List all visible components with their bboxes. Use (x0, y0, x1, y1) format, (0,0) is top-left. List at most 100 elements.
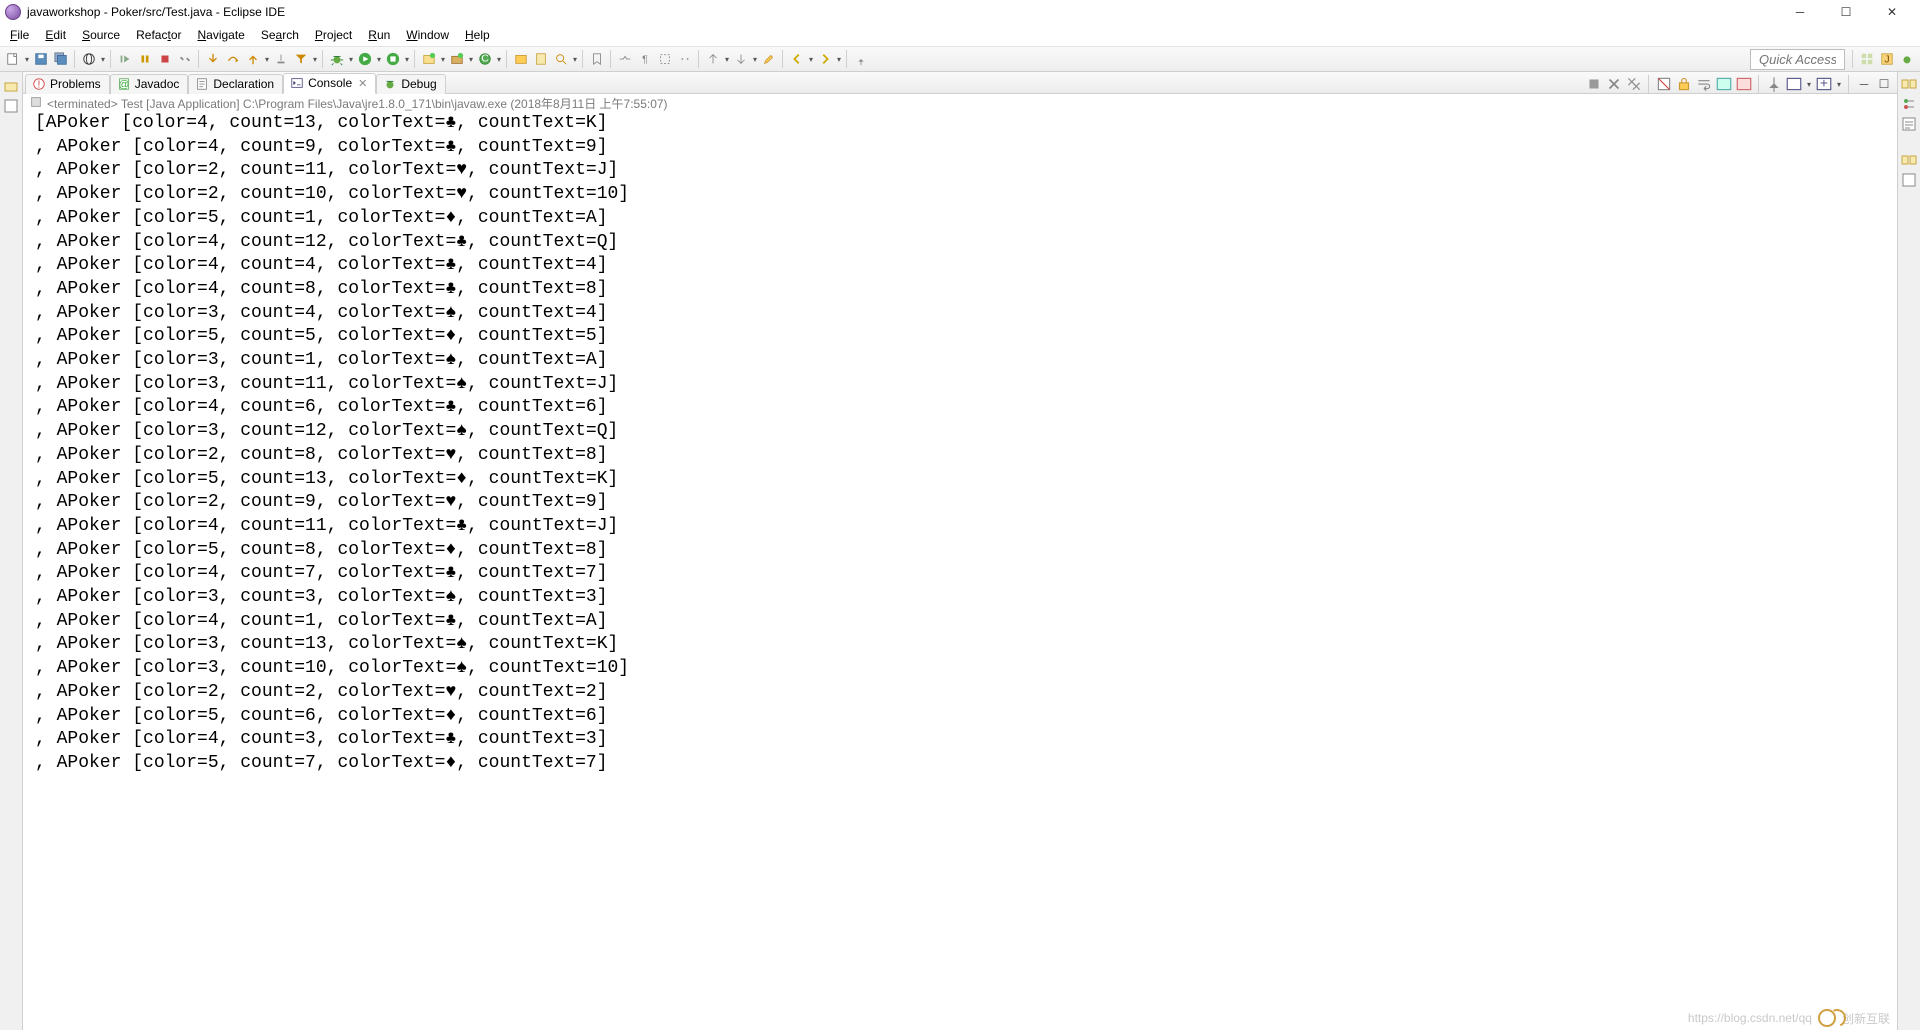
menu-navigate[interactable]: Navigate (189, 25, 252, 45)
new-button[interactable] (3, 49, 23, 69)
watermark-logo-icon (1818, 1009, 1836, 1027)
toggle-whitespace-button[interactable]: ¶ (635, 49, 655, 69)
debug-terminate-button[interactable] (155, 49, 175, 69)
new-java-project-button[interactable] (419, 49, 439, 69)
tab-debug[interactable]: Debug (376, 74, 445, 94)
menu-refactor[interactable]: Refactor (128, 25, 189, 45)
menu-project[interactable]: Project (307, 25, 360, 45)
show-console-on-stderr-icon[interactable] (1735, 75, 1753, 93)
debug-button[interactable] (327, 49, 347, 69)
tab-label: Declaration (213, 77, 274, 91)
tab-problems[interactable]: ! Problems (25, 74, 110, 94)
browser-button[interactable] (79, 49, 99, 69)
debug-suspend-button[interactable] (135, 49, 155, 69)
menu-run[interactable]: Run (360, 25, 398, 45)
debug-resume-button[interactable] (115, 49, 135, 69)
step-return-button[interactable] (243, 49, 263, 69)
restore-view-icon[interactable] (3, 78, 19, 94)
terminated-process-icon (29, 95, 43, 112)
console-toolbar: ▾ + ▾ ─ ☐ (1585, 75, 1897, 93)
outline-view-icon[interactable] (1901, 96, 1917, 112)
title-bar: javaworkshop - Poker/src/Test.java - Ecl… (0, 0, 1920, 24)
restore-view-icon[interactable] (1901, 76, 1917, 92)
debug-disconnect-button[interactable] (175, 49, 195, 69)
new-dropdown[interactable]: ▾ (23, 55, 31, 64)
search-button[interactable] (551, 49, 571, 69)
scroll-lock-icon[interactable] (1675, 75, 1693, 93)
tab-declaration[interactable]: Declaration (188, 74, 283, 94)
open-type-button[interactable] (511, 49, 531, 69)
menu-help[interactable]: Help (457, 25, 498, 45)
pin-editor-button[interactable] (851, 49, 871, 69)
forward-button[interactable] (815, 49, 835, 69)
svg-text:¶: ¶ (642, 54, 648, 66)
menu-window[interactable]: Window (398, 25, 457, 45)
minimized-outline-icon[interactable] (1901, 172, 1917, 188)
java-perspective-button[interactable]: J (1877, 49, 1897, 69)
main-toolbar: ▾ ▾ ▾ ▾ ▾ ▾ ▾ ▾ ▾ C ▾ ▾ ¶ ▾ ▾ ▾ ▾ (0, 47, 1920, 72)
toggle-block-selection-button[interactable] (655, 49, 675, 69)
step-over-button[interactable] (223, 49, 243, 69)
restore-view-icon-2[interactable] (1901, 152, 1917, 168)
toggle-breadcrumb-button[interactable] (615, 49, 635, 69)
view-tabs: ! Problems @ Javadoc Declaration Console… (23, 72, 1897, 94)
quick-access-input[interactable] (1750, 49, 1845, 70)
toggle-mark-button[interactable] (587, 49, 607, 69)
last-edit-button[interactable] (759, 49, 779, 69)
tab-console[interactable]: Console ✕ (283, 73, 376, 94)
close-button[interactable]: ✕ (1869, 1, 1915, 23)
maximize-button[interactable]: ☐ (1823, 1, 1869, 23)
svg-text:+: + (1820, 75, 1828, 90)
eclipse-icon (5, 4, 21, 20)
step-into-button[interactable] (203, 49, 223, 69)
minimize-view-icon[interactable]: ─ (1855, 75, 1873, 93)
save-button[interactable] (31, 49, 51, 69)
new-java-package-button[interactable] (447, 49, 467, 69)
next-annotation-button[interactable] (703, 49, 723, 69)
console-text: [APoker [color=4, count=13, colorText=♣,… (35, 112, 1897, 776)
word-wrap-icon[interactable] (1695, 75, 1713, 93)
drop-to-frame-button[interactable] (271, 49, 291, 69)
tab-close-icon[interactable]: ✕ (358, 77, 367, 90)
console-output[interactable]: [APoker [color=4, count=13, colorText=♣,… (35, 112, 1897, 1030)
minimize-button[interactable]: ─ (1777, 1, 1823, 23)
use-step-filters-button[interactable] (291, 49, 311, 69)
problems-icon: ! (32, 77, 46, 91)
back-button[interactable] (787, 49, 807, 69)
javadoc-icon: @ (117, 77, 131, 91)
save-all-button[interactable] (51, 49, 71, 69)
maximize-view-icon[interactable]: ☐ (1875, 75, 1893, 93)
menu-search[interactable]: Search (253, 25, 307, 45)
menu-edit[interactable]: Edit (37, 25, 74, 45)
menu-source[interactable]: Source (74, 25, 128, 45)
clear-console-icon[interactable] (1655, 75, 1673, 93)
new-java-class-button[interactable]: C (475, 49, 495, 69)
watermark: https://blog.csdn.net/qq 创新互联 (1688, 1009, 1890, 1027)
pin-console-icon[interactable] (1765, 75, 1783, 93)
run-button[interactable] (355, 49, 375, 69)
display-selected-console-icon[interactable] (1785, 75, 1803, 93)
svg-text:!: ! (38, 79, 41, 91)
task-list-view-icon[interactable] (1901, 116, 1917, 132)
svg-text:C: C (481, 53, 489, 65)
tab-javadoc[interactable]: @ Javadoc (110, 74, 189, 94)
menu-bar: File Edit Source Refactor Navigate Searc… (0, 24, 1920, 47)
debug-perspective-button[interactable] (1897, 49, 1917, 69)
show-whitespace-button[interactable] (675, 49, 695, 69)
tab-label: Console (308, 76, 352, 90)
show-console-on-stdout-icon[interactable] (1715, 75, 1733, 93)
open-console-icon[interactable]: + (1815, 75, 1833, 93)
open-task-button[interactable] (531, 49, 551, 69)
remove-launch-icon[interactable] (1605, 75, 1623, 93)
menu-file[interactable]: File (2, 25, 37, 45)
tab-label: Debug (401, 77, 436, 91)
coverage-button[interactable] (383, 49, 403, 69)
open-perspective-button[interactable] (1857, 49, 1877, 69)
remove-all-launches-icon[interactable] (1625, 75, 1643, 93)
prev-annotation-button[interactable] (731, 49, 751, 69)
console-left-gutter (23, 112, 35, 1030)
svg-text:J: J (1884, 54, 1889, 66)
terminate-icon[interactable] (1585, 75, 1603, 93)
minimized-editor-icon[interactable] (3, 98, 19, 114)
svg-text:@: @ (118, 79, 129, 91)
